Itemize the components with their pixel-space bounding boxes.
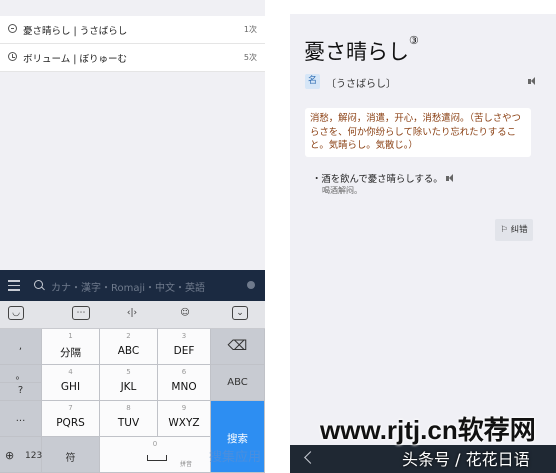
- key-7[interactable]: 7 PQRS: [42, 401, 100, 437]
- example-speaker-icon[interactable]: [445, 174, 456, 183]
- key-ellipsis[interactable]: ...: [0, 401, 42, 437]
- key-9[interactable]: 9 WXYZ: [158, 401, 211, 437]
- key-2[interactable]: 2 ABC: [100, 329, 158, 365]
- entry-reading: 〔うさばらし〕: [326, 79, 396, 90]
- search-screen: 憂さ晴らし | うさばらし 1次 ボリューム | ぼりゅーむ 5次 カナ・漢字・…: [0, 0, 265, 473]
- space-key[interactable]: 0 拼音: [100, 437, 211, 473]
- delete-key[interactable]: ⌫: [211, 329, 265, 365]
- correct-button[interactable]: ⚐ 纠错: [495, 219, 533, 241]
- key-8[interactable]: 8 TUV: [100, 401, 158, 437]
- key-3[interactable]: 3 DEF: [158, 329, 211, 365]
- key-6[interactable]: 6 MNO: [158, 365, 211, 401]
- search-input[interactable]: カナ・漢字・Romaji・中文・英語: [51, 279, 205, 294]
- keyboard-icon[interactable]: ⋯: [72, 306, 90, 320]
- author-watermark: 头条号 / 花花日语: [402, 450, 530, 469]
- menu-icon[interactable]: [8, 280, 20, 291]
- history-word: ボリューム | ぼりゅーむ: [23, 54, 127, 65]
- symbol-key[interactable]: 符: [42, 437, 100, 473]
- minus-circle-icon[interactable]: [8, 24, 17, 33]
- keyboard-toolbar: ◡ ⋯ ‹|› ☺ ⌄: [0, 301, 265, 329]
- entry-screen: 憂さ晴らし③ 名 〔うさばらし〕 消愁，解闷，消遣，开心，消愁遣闷。（苦しさやつ…: [290, 14, 556, 473]
- example-translation: 喝酒解闷。: [322, 186, 362, 195]
- backspace-icon: ⌫: [227, 338, 248, 354]
- definition-box: 消愁，解闷，消遣，开心，消愁遣闷。（苦しさやつらさを、何か你纷らして除いたり忘れ…: [305, 108, 531, 157]
- back-icon[interactable]: [304, 451, 317, 464]
- collapse-keyboard-icon[interactable]: ⌄: [232, 306, 248, 320]
- part-of-speech-badge: 名: [305, 74, 320, 89]
- key-5[interactable]: 5 JKL: [100, 365, 158, 401]
- key-question[interactable]: ?: [0, 383, 42, 401]
- clock-icon: [8, 52, 17, 61]
- history-word: 憂さ晴らし | うさばらし: [23, 26, 128, 37]
- accent-number: ③: [409, 34, 419, 47]
- search-bar[interactable]: カナ・漢字・Romaji・中文・英語: [0, 270, 265, 301]
- example-sentence: ・酒を飲んで憂さ晴らしする。: [312, 171, 453, 185]
- history-count: 5次: [243, 53, 257, 62]
- space-bar-icon: [147, 455, 167, 461]
- flag-icon: ⚐: [500, 225, 511, 235]
- site-watermark: www.rjtj.cn软荐网: [320, 415, 536, 445]
- key-4[interactable]: 4 GHI: [42, 365, 100, 401]
- key-comma[interactable]: ,: [0, 329, 42, 365]
- number-mode-key[interactable]: ⊕ 123: [0, 437, 42, 473]
- emoji-keyboard-icon[interactable]: ◡: [8, 306, 24, 320]
- smiley-icon[interactable]: ☺: [177, 306, 193, 320]
- abc-mode-key[interactable]: ABC: [211, 365, 265, 401]
- history-count: 1次: [243, 25, 257, 34]
- history-item[interactable]: ボリューム | ぼりゅーむ 5次: [0, 44, 265, 72]
- globe-icon[interactable]: ⊕: [5, 449, 14, 462]
- search-icon: [34, 280, 43, 289]
- speaker-icon[interactable]: [528, 77, 538, 86]
- history-item[interactable]: 憂さ晴らし | うさばらし 1次: [0, 16, 265, 44]
- entry-title: 憂さ晴らし③: [304, 34, 419, 64]
- cursor-move-icon[interactable]: ‹|›: [124, 306, 140, 320]
- key-period[interactable]: 。: [0, 365, 42, 383]
- key-1[interactable]: 1 分隔: [42, 329, 100, 365]
- clear-icon[interactable]: [247, 281, 255, 289]
- faint-watermark: 搜集应用: [209, 450, 262, 465]
- history-list: 憂さ晴らし | うさばらし 1次 ボリューム | ぼりゅーむ 5次: [0, 16, 265, 72]
